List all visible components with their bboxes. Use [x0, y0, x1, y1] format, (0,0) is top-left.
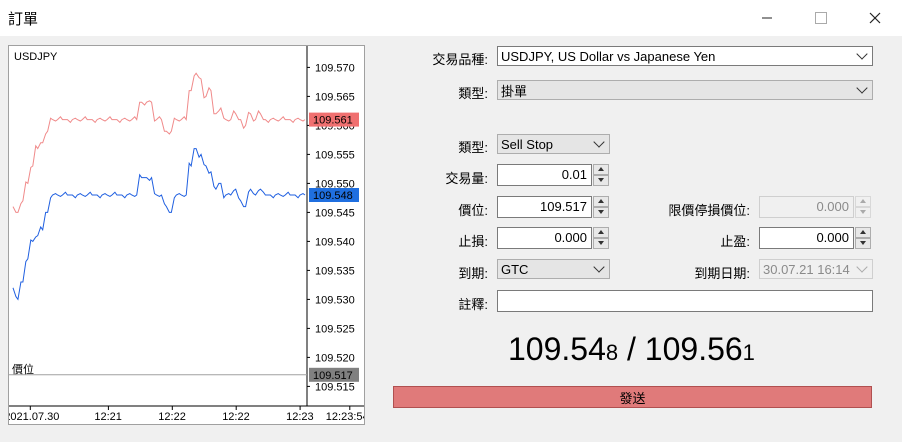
bid-price-main: 109.54: [508, 331, 606, 367]
ask-price-marker: 109.561: [313, 115, 353, 127]
expiry-select-value: GTC: [501, 261, 529, 277]
x-tick-label: 12:23:54: [326, 411, 364, 423]
expiry-select[interactable]: GTC: [497, 259, 610, 279]
send-button-label: 發送: [619, 390, 646, 406]
volume-stepper[interactable]: [593, 164, 609, 186]
expiry-label: 到期:: [458, 266, 488, 281]
chart-symbol-label: USDJPY: [14, 51, 58, 63]
x-tick-label: 2021.07.30: [9, 411, 59, 423]
type-label: 類型:: [458, 86, 488, 101]
bid-ask-quote: 109.548 / 109.561: [508, 331, 755, 368]
expiry-date-label: 到期日期:: [694, 266, 750, 281]
symbol-label: 交易品種:: [432, 52, 488, 67]
y-tick-label: 109.515: [315, 381, 355, 393]
chevron-down-icon: [856, 48, 868, 60]
bid-line: [12, 148, 306, 301]
y-tick-label: 109.545: [315, 207, 355, 219]
comment-input[interactable]: [497, 290, 873, 312]
y-tick-label: 109.540: [315, 236, 355, 248]
y-tick-label: 109.565: [315, 91, 355, 103]
type-select[interactable]: 掛單: [497, 80, 873, 100]
type-select-value: 掛單: [501, 83, 528, 99]
chevron-down-icon: [856, 261, 868, 273]
minimize-icon[interactable]: [744, 0, 790, 36]
take-profit-input[interactable]: 0.000: [759, 227, 854, 249]
expiry-date-picker: 30.07.21 16:14: [759, 259, 873, 279]
volume-label: 交易量:: [445, 171, 488, 186]
order-type-select[interactable]: Sell Stop: [497, 134, 610, 154]
x-tick-label: 12:21: [94, 411, 122, 423]
order-type-label: 類型:: [458, 140, 488, 155]
ask-price-main: 109.56: [644, 331, 743, 367]
chevron-down-icon: [856, 82, 868, 94]
stop-limit-stepper: [855, 196, 871, 218]
volume-input[interactable]: 0.01: [497, 164, 592, 186]
bid-price-marker: 109.548: [313, 190, 353, 202]
send-button[interactable]: 發送: [393, 386, 872, 408]
symbol-select[interactable]: USDJPY, US Dollar vs Japanese Yen: [497, 46, 873, 66]
y-tick-label: 109.530: [315, 294, 355, 306]
take-profit-stepper[interactable]: [855, 227, 871, 249]
stop-limit-input: 0.000: [759, 196, 854, 218]
x-tick-label: 12:22: [222, 411, 250, 423]
x-tick-label: 12:22: [158, 411, 186, 423]
close-icon[interactable]: [852, 0, 898, 36]
y-tick-label: 109.525: [315, 323, 355, 335]
stop-limit-label: 限價停損價位:: [668, 203, 750, 218]
ask-price-pip: 1: [742, 340, 755, 365]
y-tick-label: 109.570: [315, 62, 355, 74]
y-tick-label: 109.520: [315, 352, 355, 364]
chevron-down-icon: [593, 136, 605, 148]
stop-loss-input[interactable]: 0.000: [497, 227, 592, 249]
window-title: 訂單: [8, 10, 39, 28]
price-label: 價位:: [458, 203, 488, 218]
title-bar: 訂單: [0, 0, 902, 36]
price-level-label: 價位: [12, 362, 34, 376]
expiry-date-value: 30.07.21 16:14: [763, 261, 850, 277]
y-tick-label: 109.555: [315, 149, 355, 161]
chevron-down-icon: [593, 261, 605, 273]
stop-loss-label: 止損:: [458, 234, 488, 249]
order-price-marker: 109.517: [313, 370, 353, 382]
quote-separator: /: [618, 331, 645, 367]
comment-label: 註釋:: [458, 297, 488, 312]
maximize-icon[interactable]: [798, 0, 844, 36]
price-stepper[interactable]: [593, 196, 609, 218]
tick-chart: 價位109.570109.565109.560109.555109.550109…: [8, 45, 365, 425]
stop-loss-stepper[interactable]: [593, 227, 609, 249]
symbol-select-value: USDJPY, US Dollar vs Japanese Yen: [501, 48, 716, 64]
chart-canvas: 價位109.570109.565109.560109.555109.550109…: [9, 46, 364, 423]
price-input[interactable]: 109.517: [497, 196, 592, 218]
take-profit-label: 止盈:: [720, 234, 750, 249]
y-tick-label: 109.535: [315, 265, 355, 277]
x-tick-label: 12:23: [286, 411, 314, 423]
bid-price-pip: 8: [605, 340, 619, 365]
ask-line: [12, 72, 306, 213]
order-type-select-value: Sell Stop: [501, 136, 554, 152]
